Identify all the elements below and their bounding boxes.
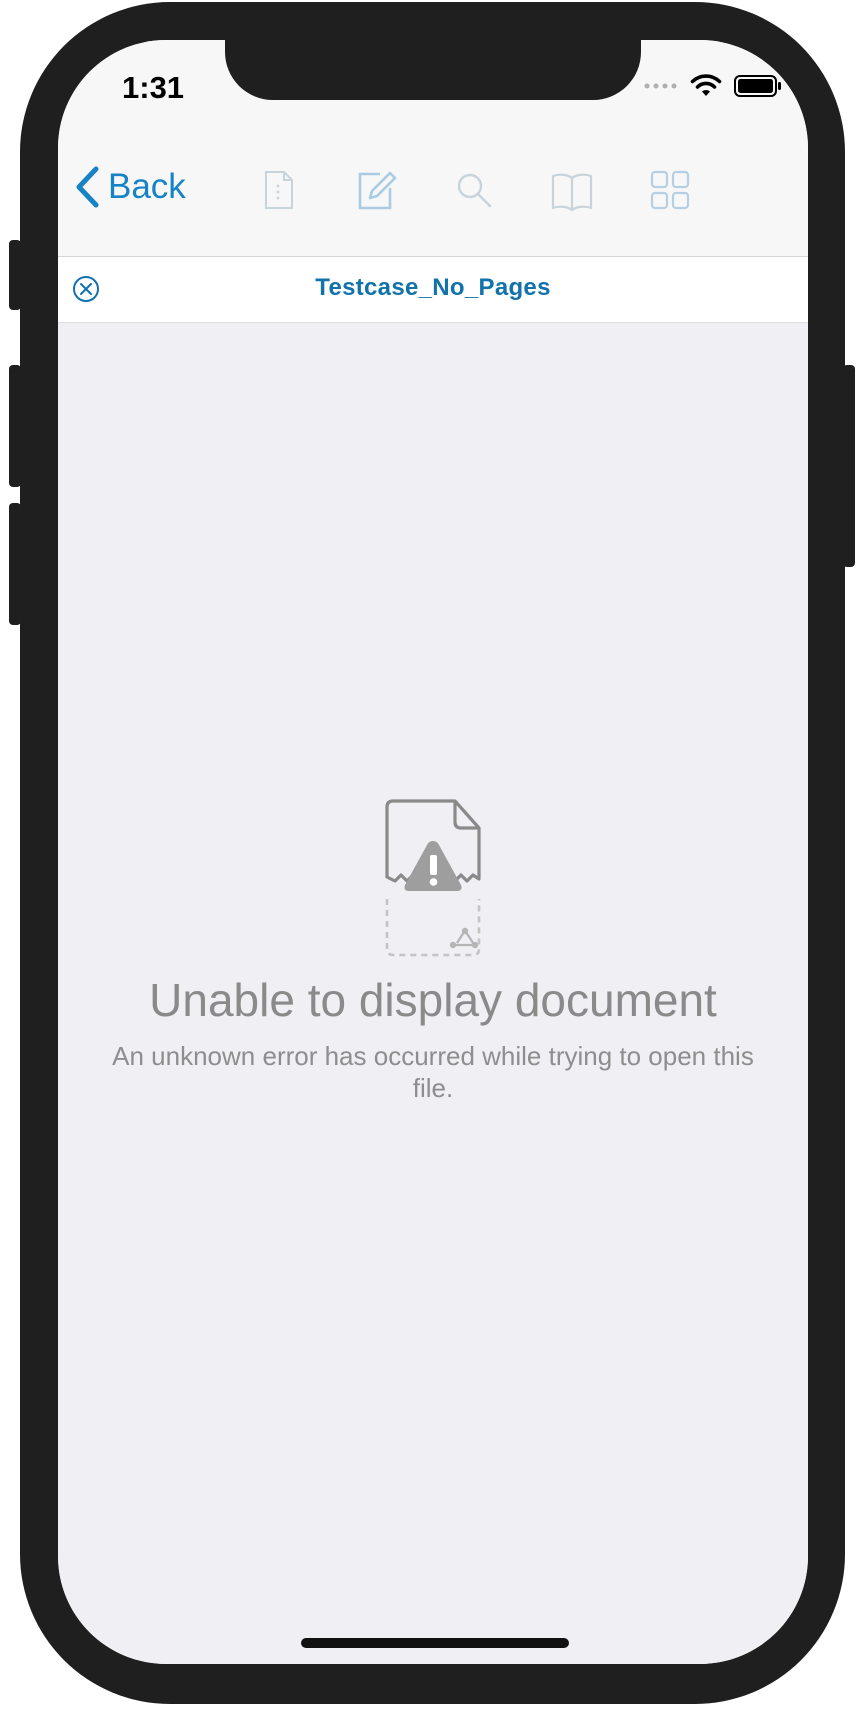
document-title: Testcase_No_Pages [315, 274, 551, 301]
document-info-icon[interactable] [254, 166, 302, 214]
cellular-dots-icon [644, 83, 677, 89]
back-button-label: Back [108, 167, 186, 206]
status-icons [644, 74, 782, 98]
navigation-bar: Back [58, 130, 808, 257]
search-icon[interactable] [450, 166, 498, 214]
back-button[interactable]: Back [74, 166, 186, 208]
volume-down-button [9, 503, 21, 625]
broken-document-icon [385, 799, 481, 957]
battery-icon [734, 75, 781, 97]
device-notch [225, 40, 641, 100]
mute-switch [9, 240, 21, 310]
volume-up-button [9, 365, 21, 487]
document-content-area: Unable to display document An unknown er… [58, 323, 808, 1664]
home-indicator [301, 1638, 569, 1648]
pdf-logo-icon [449, 927, 479, 949]
document-title-bar: Testcase_No_Pages [58, 257, 808, 323]
annotate-icon[interactable] [352, 166, 400, 214]
power-button [843, 365, 855, 567]
thumbnails-icon[interactable] [646, 166, 694, 214]
error-title: Unable to display document [149, 974, 717, 1026]
chevron-left-icon [76, 166, 99, 208]
outline-icon[interactable] [548, 166, 596, 214]
screen: 1:31 Back Testcase_No_Pages Unable to di… [58, 40, 808, 1664]
error-message: An unknown error has occurred while tryi… [112, 1041, 754, 1103]
status-time: 1:31 [122, 70, 185, 105]
wifi-icon [690, 74, 722, 96]
